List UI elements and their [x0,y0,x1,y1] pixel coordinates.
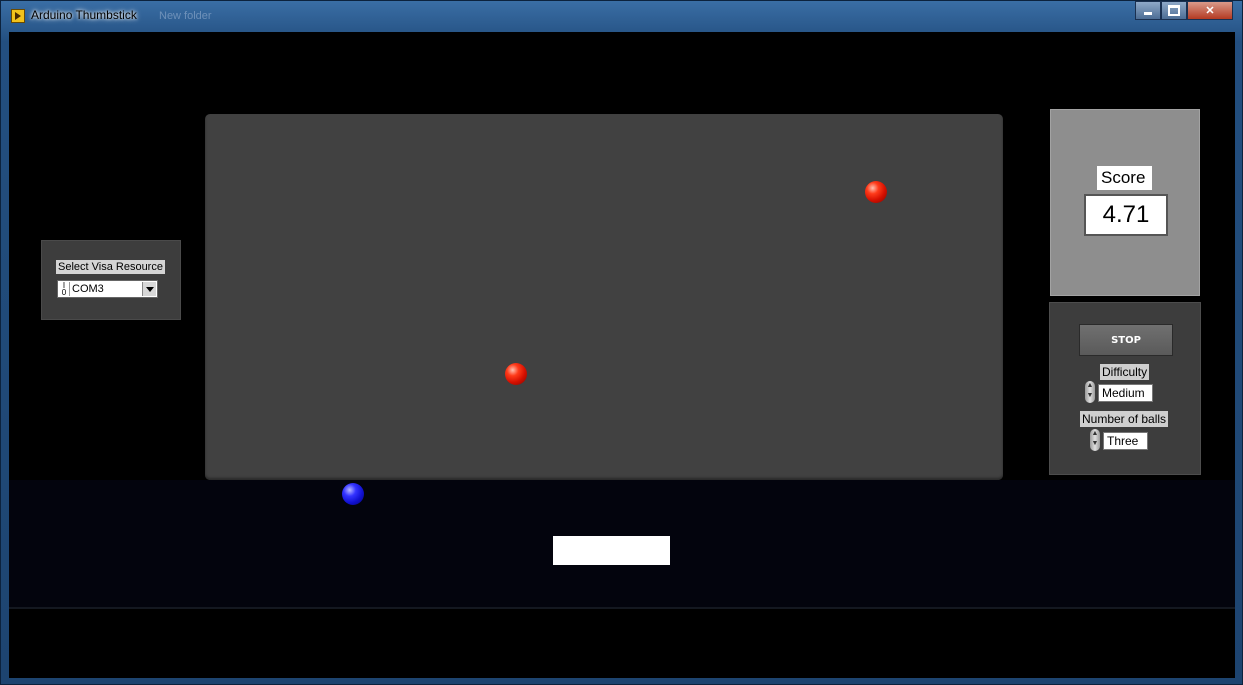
visa-resource-value: COM3 [72,283,104,295]
divider [9,607,1235,609]
minimize-icon [1144,12,1152,15]
io-icon: I0 [59,282,70,297]
window-title: Arduino Thumbstick [31,8,137,22]
close-button[interactable]: ✕ [1187,1,1233,20]
blank-indicator [553,536,670,565]
red-ball [865,181,887,203]
number-of-balls-spin-icon[interactable]: ▲ ▼ [1090,429,1100,451]
maximize-icon [1168,5,1180,16]
background-folder-label: New folder [159,10,212,22]
stop-button[interactable]: STOP [1079,324,1173,356]
number-of-balls-ring[interactable]: Three [1103,432,1148,450]
close-icon: ✕ [1205,5,1215,17]
number-of-balls-label: Number of balls [1080,411,1169,427]
difficulty-label: Difficulty [1100,364,1150,380]
app-window: Arduino Thumbstick New folder ✕ Select V… [0,0,1243,685]
controls-panel: STOP Difficulty ▲ ▼ Medium Number of ball… [1049,302,1201,475]
maximize-button[interactable] [1161,1,1187,20]
visa-resource-select[interactable]: I0 COM3 [57,280,158,298]
red-ball [505,363,527,385]
visa-resource-panel: Select Visa Resource I0 COM3 [41,240,181,320]
visa-resource-label: Select Visa Resource [56,260,165,274]
title-bar[interactable]: Arduino Thumbstick New folder ✕ [1,1,1242,31]
score-panel: Score 4.71 [1050,109,1200,296]
difficulty-spin-icon[interactable]: ▲ ▼ [1085,381,1095,403]
game-area [205,114,1003,480]
front-panel: Select Visa Resource I0 COM3 Score 4.71 … [9,32,1235,678]
chevron-down-icon[interactable] [142,282,156,296]
app-icon [11,9,25,23]
score-value: 4.71 [1084,194,1168,236]
difficulty-ring[interactable]: Medium [1098,384,1153,402]
minimize-button[interactable] [1135,1,1161,20]
blue-ball [342,483,364,505]
window-controls: ✕ [1135,1,1233,21]
score-label: Score [1097,166,1152,190]
